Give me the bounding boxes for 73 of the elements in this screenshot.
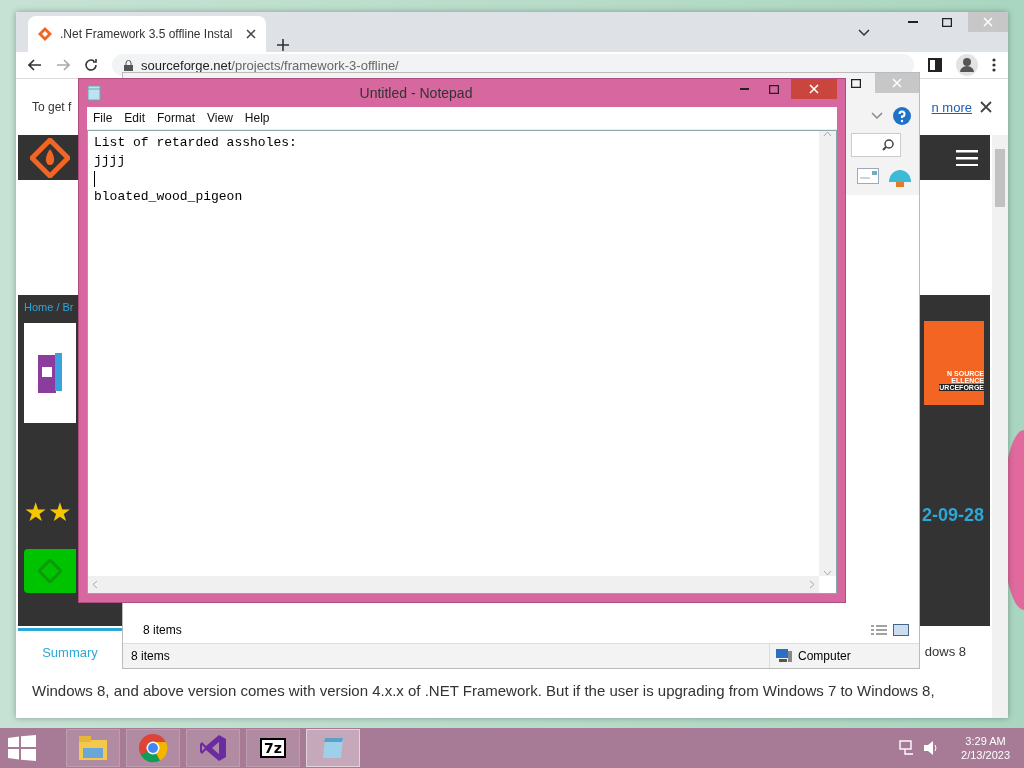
text-line: jjjj [94, 152, 126, 170]
search-icon [882, 139, 894, 151]
text-line: bloated_wood_pigeon [94, 188, 243, 206]
close-button[interactable] [791, 79, 837, 99]
computer-icon [776, 649, 792, 663]
taskbar-app[interactable] [186, 729, 240, 767]
menu-icon[interactable] [956, 149, 978, 166]
lock-icon [124, 59, 133, 71]
text-line: List of retarded assholes: [94, 134, 297, 152]
maximize-icon [851, 78, 861, 88]
chevron-up-icon [823, 131, 832, 137]
chrome-icon [138, 733, 168, 763]
menu-item[interactable]: Help [238, 111, 276, 125]
close-icon[interactable] [980, 101, 992, 113]
horizontal-scrollbar[interactable] [88, 576, 819, 593]
help-icon[interactable] [893, 107, 911, 125]
details-view-icon[interactable] [871, 624, 887, 636]
maximize-icon [942, 17, 952, 27]
notepad-icon [87, 85, 101, 101]
browser-tab[interactable]: .Net Framework 3.5 offline Instal [28, 16, 266, 52]
search-field[interactable] [851, 133, 901, 157]
learn-more-link[interactable]: n more [931, 99, 972, 115]
chevron-left-icon [92, 580, 98, 589]
item-count: 8 items [143, 623, 182, 637]
archiver-logo: 7z [260, 738, 286, 758]
release-date: 2-09-28 [921, 505, 984, 526]
network-icon[interactable] [899, 740, 916, 756]
menu-item[interactable]: View [201, 111, 239, 125]
description-text: Windows 8, and above version comes with version 4.x.x of .NET Framework. But if the user is upgrading from Windows 7 to Windows 8, [32, 682, 936, 699]
profile-icon[interactable] [956, 54, 978, 76]
chevron-down-icon [823, 570, 832, 576]
vertical-scrollbar[interactable] [819, 131, 836, 576]
menu-item[interactable]: File [87, 111, 119, 125]
menu-item[interactable]: Format [151, 111, 202, 125]
flame-logo-icon [30, 137, 70, 178]
banner-text: To get f [32, 100, 72, 114]
close-icon [892, 78, 902, 88]
taskbar-app[interactable] [126, 729, 180, 767]
breadcrumb[interactable]: Home / Br [24, 301, 74, 313]
windows-box-icon [38, 353, 62, 393]
tiles-view-icon[interactable] [893, 624, 909, 636]
minimize-icon [739, 88, 749, 90]
location-text: Computer [798, 649, 851, 663]
text-area[interactable]: List of retarded assholes: jjjj bloated_wood_pigeon [87, 130, 837, 594]
minimize-icon [908, 21, 918, 23]
close-icon[interactable] [246, 29, 256, 39]
star-glyphs: ★★ [24, 499, 73, 525]
chevron-down-icon[interactable] [858, 29, 870, 37]
status-text: 8 items [130, 649, 171, 663]
maximize-icon [769, 84, 779, 94]
clock[interactable]: 3:29 AM 2/13/2023 [961, 735, 1010, 761]
section-text: dows 8 [924, 643, 966, 659]
infinity-logo-icon [198, 733, 228, 763]
sidebar-icon[interactable] [928, 58, 942, 72]
scrollbar[interactable] [992, 135, 1008, 718]
back-arrow-icon[interactable] [28, 59, 42, 71]
folder-icon [78, 734, 108, 762]
tab-title: .Net Framework 3.5 offline Instal [60, 27, 234, 41]
reload-icon[interactable] [84, 58, 98, 72]
download-logo-icon [38, 559, 62, 583]
windows-logo-icon[interactable] [8, 735, 36, 761]
close-icon [809, 84, 819, 94]
window-title: Untitled - Notepad [359, 85, 473, 101]
diamond-logo-icon [38, 27, 52, 41]
close-icon [983, 17, 993, 27]
taskbar-app[interactable]: 7z [246, 729, 300, 767]
card-icon [857, 168, 879, 184]
volume-icon[interactable] [923, 740, 940, 756]
forward-arrow-icon[interactable] [56, 59, 70, 71]
more-icon[interactable] [992, 58, 996, 72]
chevron-right-icon [809, 580, 815, 589]
plus-icon[interactable] [276, 38, 290, 52]
menu-item[interactable]: Edit [118, 111, 152, 125]
